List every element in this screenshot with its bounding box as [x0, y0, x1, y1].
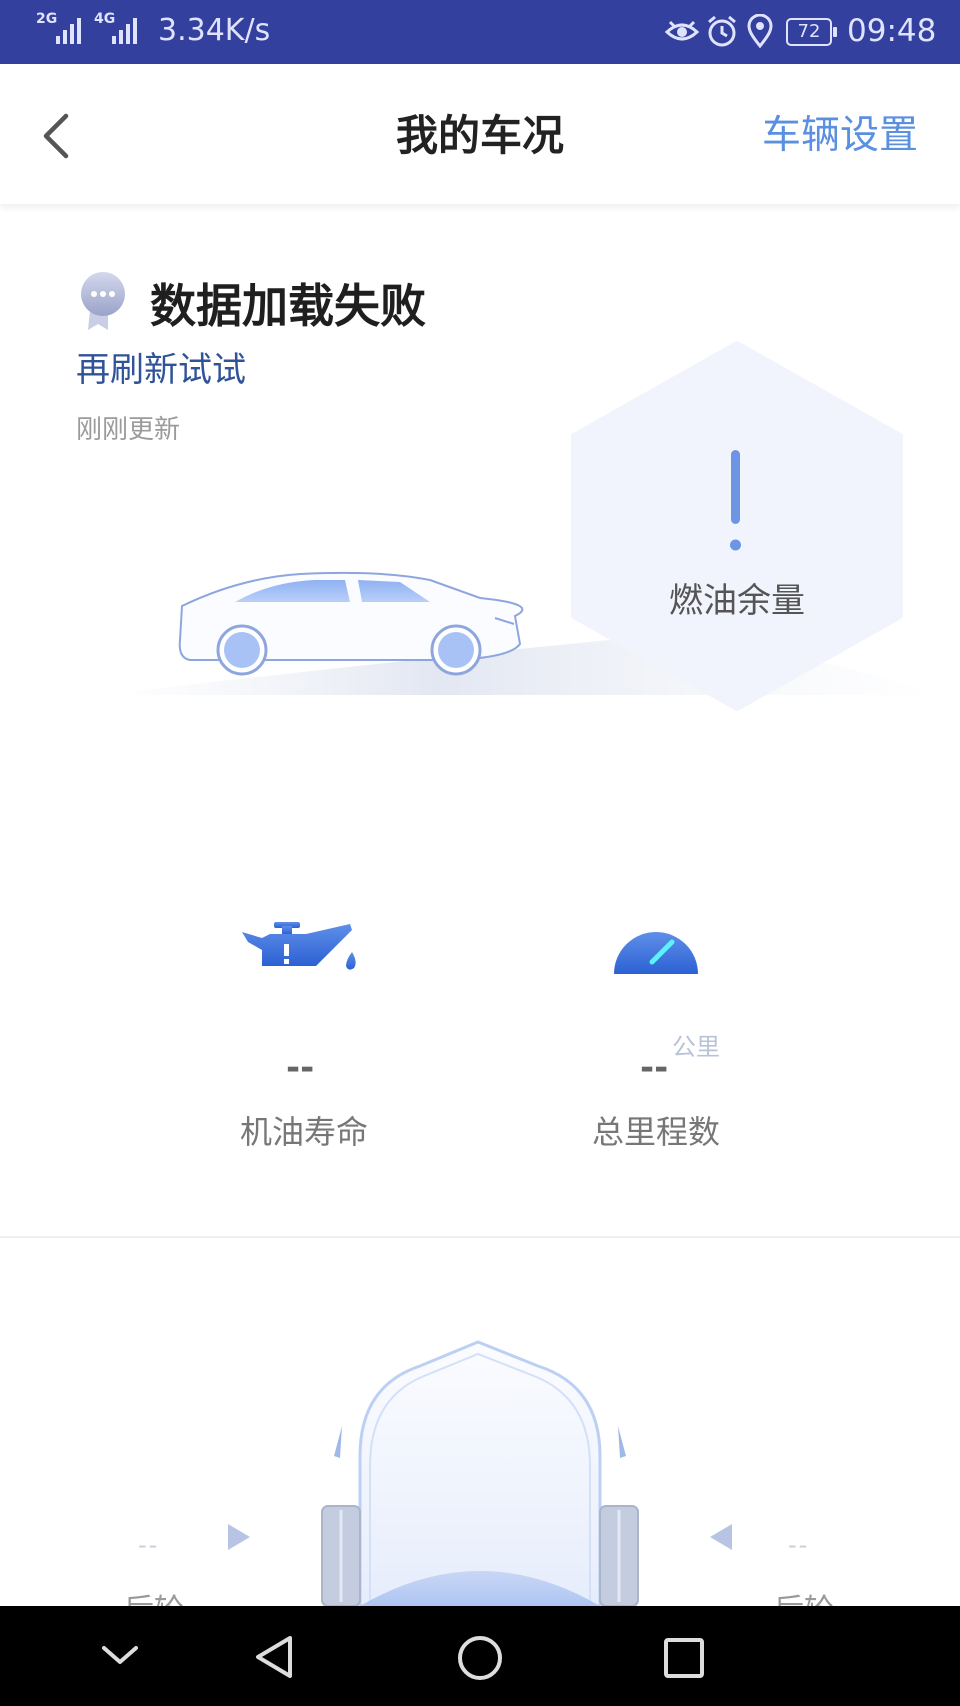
right-tire-pressure: -- — [788, 1531, 810, 1559]
clock: 09:48 — [847, 13, 937, 49]
arrow-right-icon — [228, 1524, 250, 1550]
eye-icon — [664, 20, 700, 41]
oil-can-icon — [242, 922, 356, 970]
network-speed: 3.34K/s — [158, 13, 271, 48]
total-mileage-value: -- — [640, 1048, 669, 1088]
signal-strength-icon — [112, 18, 137, 44]
message-badge-icon — [81, 272, 125, 330]
section-divider — [0, 1236, 960, 1238]
system-navigation-bar — [0, 1606, 960, 1706]
oil-life-value: -- — [286, 1048, 315, 1088]
exclamation-icon — [730, 450, 741, 551]
status-bar: 2G 4G 3.34K/s 72 09:48 — [0, 0, 960, 64]
nav-home-icon[interactable] — [456, 1634, 504, 1682]
mileage-unit: 公里 — [672, 1033, 720, 1061]
left-tire-pressure: -- — [138, 1531, 160, 1559]
update-time-text: 刚刚更新 — [76, 415, 181, 445]
alarm-icon — [708, 15, 736, 47]
battery-icon: 72 — [786, 18, 837, 46]
refresh-link[interactable]: 再刷新试试 — [76, 348, 246, 392]
vehicle-settings-link[interactable]: 车辆设置 — [762, 110, 918, 162]
tire-pressure-car-illustration — [321, 1340, 639, 1606]
chevron-down-icon[interactable] — [100, 1640, 140, 1670]
odometer-gauge-icon — [614, 932, 698, 974]
total-mileage-label: 总里程数 — [592, 1113, 721, 1151]
oil-life-label: 机油寿命 — [240, 1113, 369, 1151]
signal-strength-icon — [56, 18, 81, 44]
nav-recents-icon[interactable] — [662, 1636, 706, 1680]
location-icon — [747, 14, 773, 48]
load-error-title: 数据加载失败 — [150, 279, 426, 333]
fuel-level-label: 燃油余量 — [669, 581, 805, 621]
nav-back-icon[interactable] — [252, 1634, 296, 1680]
arrow-left-icon — [710, 1524, 732, 1550]
